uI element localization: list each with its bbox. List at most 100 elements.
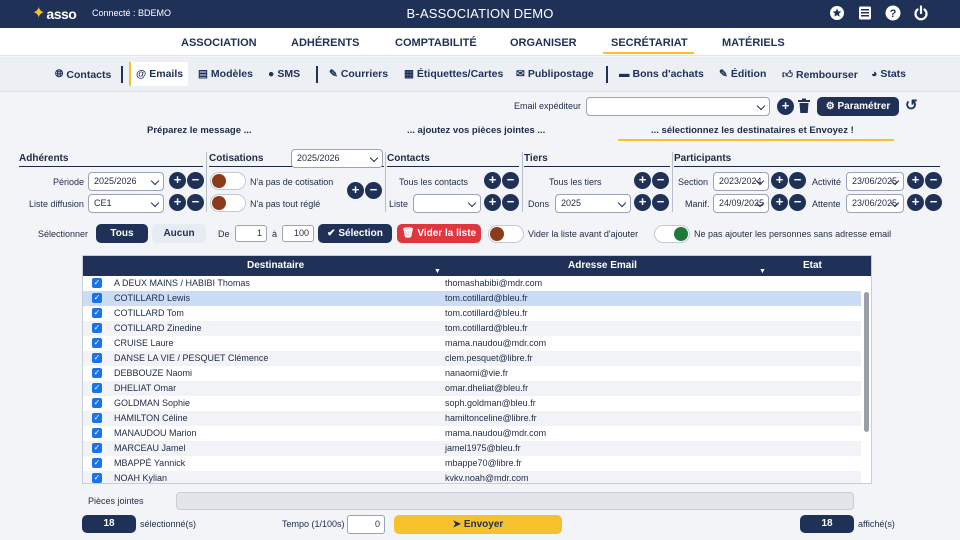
add-attente-button[interactable]: + xyxy=(907,194,924,211)
table-row[interactable]: ✓ COTILLARD Tom tom.cotillard@bleu.fr xyxy=(83,306,861,321)
subnav-courriers[interactable]: ✎ Courriers xyxy=(329,68,388,80)
no-cotisation-toggle[interactable] xyxy=(210,172,246,190)
table-row[interactable]: ✓ DANSE LA VIE / PESQUET Clémence clem.pes… xyxy=(83,351,861,366)
configure-button[interactable]: ⚙ Paramétrer xyxy=(817,97,899,116)
subnav-contacts[interactable]: 🌐︎ Contacts xyxy=(55,68,111,81)
add-contacts-liste-button[interactable]: + xyxy=(484,194,501,211)
row-checkbox[interactable]: ✓ xyxy=(92,353,102,363)
table-row[interactable]: ✓ MBAPPÉ Yannick mbappe70@libre.fr xyxy=(83,456,861,471)
columns-menu-icon[interactable]: ≡ xyxy=(862,254,868,266)
remove-periode-button[interactable]: − xyxy=(187,172,204,189)
remove-contacts-liste-button[interactable]: − xyxy=(502,194,519,211)
column-destinataire[interactable]: Destinataire xyxy=(247,260,304,271)
row-checkbox[interactable]: ✓ xyxy=(92,383,102,393)
add-section-button[interactable]: + xyxy=(771,172,788,189)
table-row[interactable]: ✓ MARCEAU Jamel jamel1975@bleu.fr xyxy=(83,441,861,456)
add-contacts-button[interactable]: + xyxy=(484,172,501,189)
row-checkbox[interactable]: ✓ xyxy=(92,368,102,378)
attente-date-input[interactable]: 23/06/2025 xyxy=(846,194,904,213)
row-checkbox[interactable]: ✓ xyxy=(92,443,102,453)
clear-before-toggle[interactable] xyxy=(488,225,524,243)
filter-icon[interactable]: ▼ xyxy=(759,268,766,275)
column-email[interactable]: Adresse Email xyxy=(568,260,637,271)
subnav-modeles[interactable]: ▤ Modèles xyxy=(198,68,253,80)
table-row[interactable]: ✓ MANAUDOU Marion mama.naudou@mdr.com xyxy=(83,426,861,441)
sender-select[interactable] xyxy=(586,97,770,116)
remove-manif-button[interactable]: − xyxy=(789,194,806,211)
nav-adherents[interactable]: ADHÉRENTS xyxy=(291,37,359,49)
table-row[interactable]: ✓ DEBBOUZE Naomi nanaomi@vie.fr xyxy=(83,366,861,381)
remove-contacts-button[interactable]: − xyxy=(502,172,519,189)
add-activite-button[interactable]: + xyxy=(907,172,924,189)
remove-attente-button[interactable]: − xyxy=(925,194,942,211)
nav-comptabilite[interactable]: COMPTABILITÉ xyxy=(395,37,477,49)
nav-organiser[interactable]: ORGANISER xyxy=(510,37,577,49)
manif-date-input[interactable]: 24/09/2025 xyxy=(713,194,769,213)
clear-list-button[interactable]: 🗑︎ Vider la liste xyxy=(397,224,481,243)
row-checkbox[interactable]: ✓ xyxy=(92,458,102,468)
select-none-button[interactable]: Aucun xyxy=(152,224,206,243)
row-checkbox[interactable]: ✓ xyxy=(92,293,102,303)
table-row[interactable]: ✓ DHELIAT Omar omar.dheliat@bleu.fr xyxy=(83,381,861,396)
table-row[interactable]: ✓ COTILLARD Lewis tom.cotillard@bleu.fr xyxy=(83,291,861,306)
to-input[interactable]: 100 xyxy=(282,225,314,242)
tempo-input[interactable]: 0 xyxy=(347,515,385,534)
add-periode-button[interactable]: + xyxy=(169,172,186,189)
liste-diffusion-select[interactable]: CE1 xyxy=(88,194,164,213)
row-checkbox[interactable]: ✓ xyxy=(92,338,102,348)
remove-dons-button[interactable]: − xyxy=(652,194,669,211)
app-logo[interactable]: ✦ asso xyxy=(32,4,77,24)
row-checkbox[interactable]: ✓ xyxy=(92,413,102,423)
subnav-bons-achats[interactable]: ▬ Bons d'achats xyxy=(619,68,704,80)
power-icon[interactable] xyxy=(912,4,930,22)
book-icon[interactable] xyxy=(856,4,874,22)
filter-icon[interactable]: ▼ xyxy=(434,268,441,275)
remove-cotisation-button[interactable]: − xyxy=(365,182,382,199)
row-checkbox[interactable]: ✓ xyxy=(92,308,102,318)
remove-liste-button[interactable]: − xyxy=(187,194,204,211)
no-email-toggle[interactable] xyxy=(654,225,690,243)
send-button[interactable]: ➤ Envoyer xyxy=(394,515,562,534)
attachments-field[interactable] xyxy=(176,492,854,510)
row-checkbox[interactable]: ✓ xyxy=(92,323,102,333)
star-icon[interactable] xyxy=(828,4,846,22)
add-tiers-button[interactable]: + xyxy=(634,172,651,189)
nav-secretariat[interactable]: SECRÉTARIAT xyxy=(611,37,688,49)
activite-date-input[interactable]: 23/06/2025 xyxy=(846,172,904,191)
add-dons-button[interactable]: + xyxy=(634,194,651,211)
table-row[interactable]: ✓ NOAH Kylian kvkv.noah@mdr.com xyxy=(83,471,861,483)
table-row[interactable]: ✓ CRUISE Laure mama.naudou@mdr.com xyxy=(83,336,861,351)
not-paid-toggle[interactable] xyxy=(210,194,246,212)
periode-select[interactable]: 2025/2026 xyxy=(88,172,164,191)
add-manif-button[interactable]: + xyxy=(771,194,788,211)
subnav-stats[interactable]: ◕ Stats xyxy=(871,68,906,80)
subnav-rembourser[interactable]: 👍︎ Rembourser xyxy=(782,68,858,82)
selection-button[interactable]: ✔ Sélection xyxy=(318,224,392,243)
row-checkbox[interactable]: ✓ xyxy=(92,473,102,483)
table-row[interactable]: ✓ HAMILTON Céline hamiltonceline@libre.fr xyxy=(83,411,861,426)
subnav-emails[interactable]: @ Emails xyxy=(129,62,189,86)
row-checkbox[interactable]: ✓ xyxy=(92,278,102,288)
section-select[interactable]: 2023/2024 xyxy=(713,172,769,191)
scrollbar-thumb[interactable] xyxy=(864,292,869,432)
select-all-button[interactable]: Tous xyxy=(96,224,148,243)
dons-select[interactable]: 2025 xyxy=(555,194,631,213)
nav-association[interactable]: ASSOCIATION xyxy=(181,37,257,49)
contacts-liste-select[interactable] xyxy=(413,194,481,213)
subnav-publipostage[interactable]: ✉ Publipostage xyxy=(516,68,594,80)
remove-tiers-button[interactable]: − xyxy=(652,172,669,189)
row-checkbox[interactable]: ✓ xyxy=(92,428,102,438)
from-input[interactable]: 1 xyxy=(235,225,267,242)
remove-section-button[interactable]: − xyxy=(789,172,806,189)
trash-icon[interactable] xyxy=(797,98,811,114)
table-row[interactable]: ✓ A DEUX MAINS / HABIBI Thomas thomashabib… xyxy=(83,276,861,291)
column-etat[interactable]: Etat xyxy=(803,260,822,271)
subnav-etiquettes[interactable]: ▦ Étiquettes/Cartes xyxy=(404,68,503,80)
add-cotisation-button[interactable]: + xyxy=(347,182,364,199)
help-icon[interactable]: ? xyxy=(884,4,902,22)
history-icon[interactable]: ↺ xyxy=(905,98,921,114)
cotisations-period-select[interactable]: 2025/2026 xyxy=(291,149,383,168)
row-checkbox[interactable]: ✓ xyxy=(92,398,102,408)
remove-activite-button[interactable]: − xyxy=(925,172,942,189)
table-row[interactable]: ✓ GOLDMAN Sophie soph.goldman@bleu.fr xyxy=(83,396,861,411)
